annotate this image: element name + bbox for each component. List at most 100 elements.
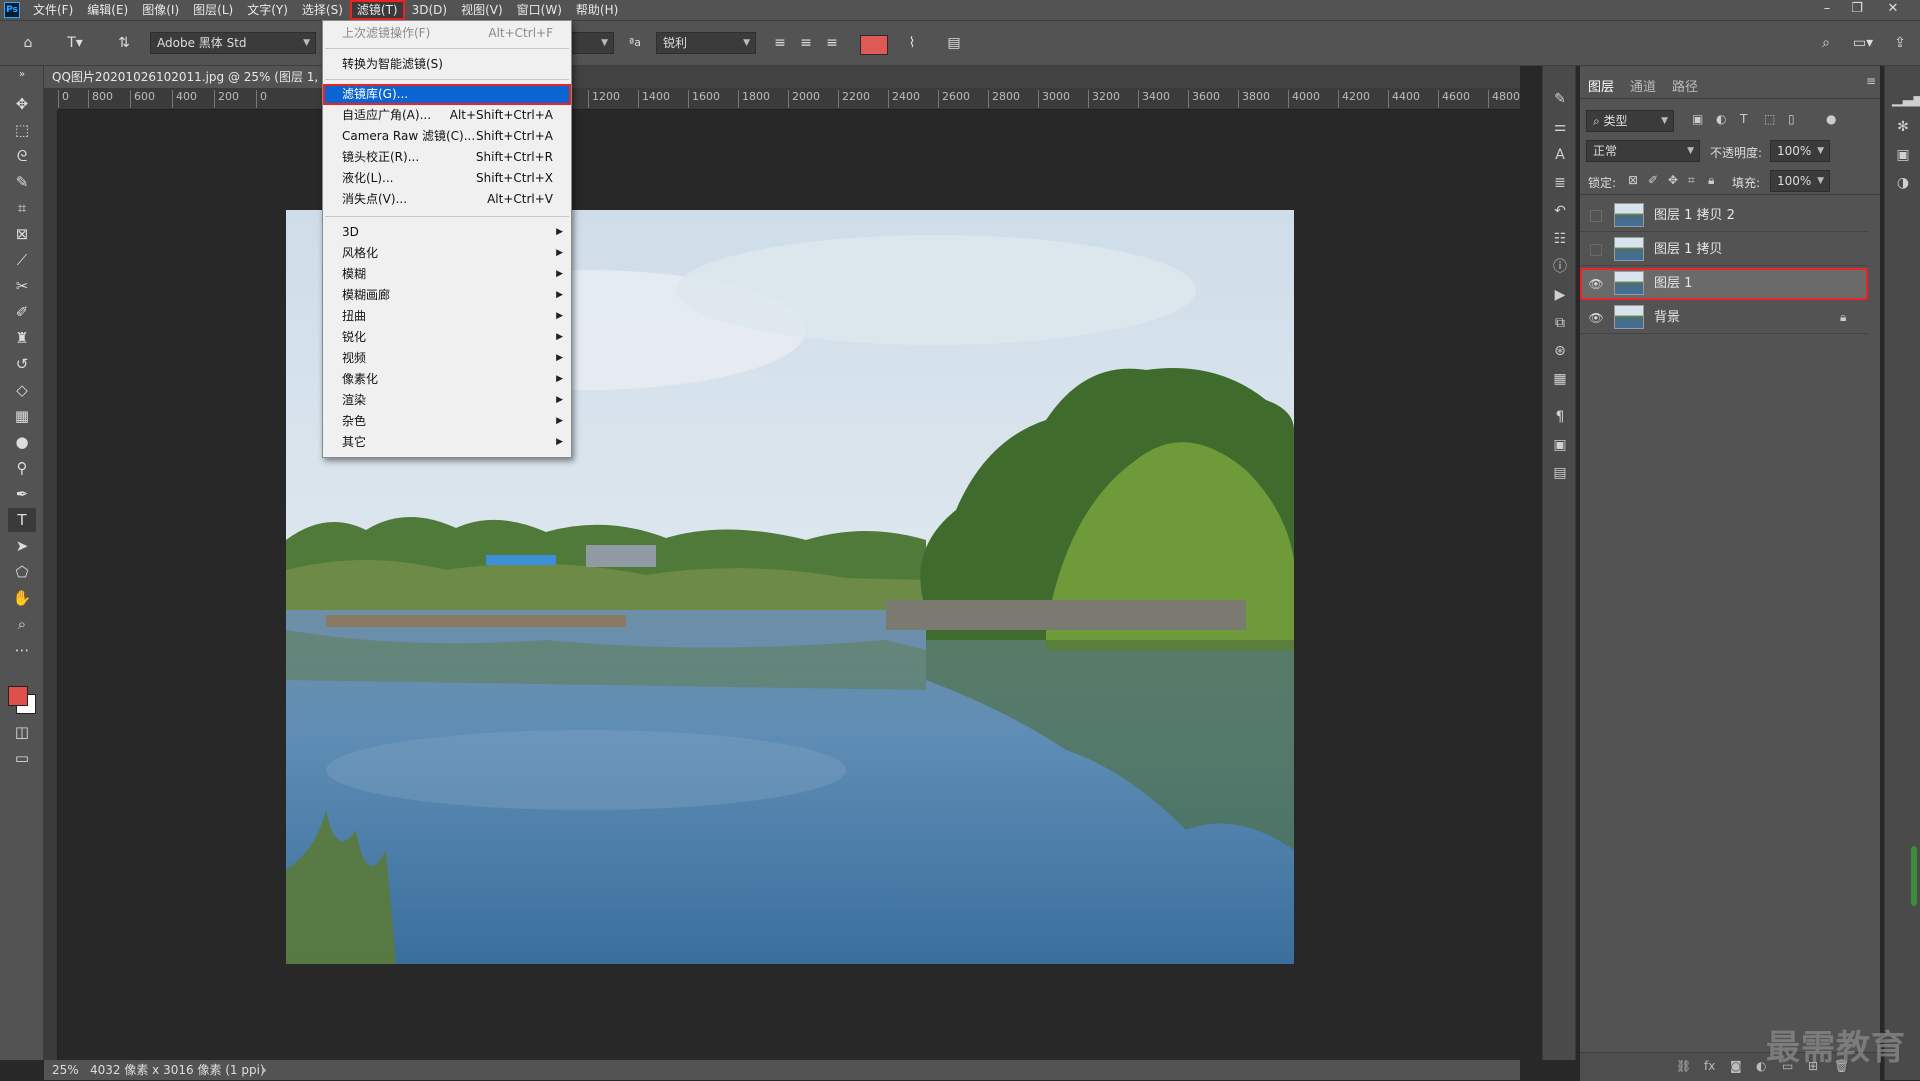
hand-tool-icon[interactable]: ✋: [8, 586, 36, 610]
tab-layers[interactable]: 图层: [1588, 76, 1614, 95]
more-tools-icon[interactable]: ⋯: [8, 638, 36, 662]
filter-shape-icon[interactable]: ⬚: [1764, 112, 1775, 126]
menu-item-filter-gallery[interactable]: 滤镜库(G)...: [323, 84, 571, 105]
add-mask-icon[interactable]: ◙: [1730, 1059, 1742, 1073]
gradient-tool-icon[interactable]: ▦: [8, 404, 36, 428]
paragraph-icon[interactable]: ¶: [1549, 406, 1571, 428]
antialias-select[interactable]: 锐利 ▼: [656, 32, 756, 54]
paragraph-styles-icon[interactable]: ≣: [1549, 172, 1571, 194]
quick-select-tool-icon[interactable]: ✎: [8, 170, 36, 194]
chevron-right-icon[interactable]: ›: [262, 1060, 267, 1080]
type-tool-preset-icon[interactable]: T▾: [58, 31, 92, 55]
shape-tool-icon[interactable]: ⬠: [8, 560, 36, 584]
filter-pixel-icon[interactable]: ▣: [1692, 112, 1703, 126]
menu-edit[interactable]: 编辑(E): [80, 0, 135, 20]
eraser-tool-icon[interactable]: ◇: [8, 378, 36, 402]
menu-help[interactable]: 帮助(H): [569, 0, 625, 20]
notes-icon[interactable]: ▤: [1549, 462, 1571, 484]
menu-file[interactable]: 文件(F): [26, 0, 80, 20]
history-icon[interactable]: ↶: [1549, 200, 1571, 222]
home-icon[interactable]: ⌂: [14, 31, 42, 55]
quick-mask-icon[interactable]: ◫: [8, 720, 36, 744]
text-color-swatch[interactable]: [860, 35, 888, 55]
menu-item-vanishing-point[interactable]: 消失点(V)... Alt+Ctrl+V: [323, 189, 571, 210]
lock-transparent-icon[interactable]: ⊠: [1628, 173, 1638, 187]
warp-text-icon[interactable]: ⌇: [900, 31, 924, 55]
menu-item-convert-smart-filter[interactable]: 转换为智能滤镜(S): [323, 54, 571, 75]
menu-window[interactable]: 窗口(W): [510, 0, 569, 20]
submenu-noise[interactable]: 杂色 ▶: [323, 411, 571, 432]
lock-all-icon[interactable]: 🔒︎: [1708, 173, 1714, 188]
navigator-icon[interactable]: ✻: [1892, 116, 1914, 138]
zoom-level[interactable]: 25%: [52, 1060, 79, 1080]
vertical-ruler[interactable]: [44, 110, 58, 1060]
lock-artboard-icon[interactable]: ⌗: [1688, 173, 1695, 188]
submenu-stylize[interactable]: 风格化 ▶: [323, 243, 571, 264]
color-icon[interactable]: ◑: [1892, 172, 1914, 194]
layer-row[interactable]: 图层 1 拷贝: [1580, 234, 1868, 266]
menu-select[interactable]: 选择(S): [295, 0, 350, 20]
layer-style-icon[interactable]: fx: [1704, 1059, 1715, 1073]
layer-name[interactable]: 图层 1 拷贝 2: [1654, 200, 1735, 232]
screen-mode-icon[interactable]: ▭: [8, 746, 36, 770]
lock-image-icon[interactable]: ✐: [1648, 173, 1658, 187]
submenu-video[interactable]: 视频 ▶: [323, 348, 571, 369]
menu-layer[interactable]: 图层(L): [186, 0, 240, 20]
search-icon[interactable]: ⌕: [1814, 31, 1838, 55]
visibility-toggle[interactable]: [1590, 244, 1602, 256]
align-right-icon[interactable]: ≡: [822, 31, 842, 55]
adjustment-layer-icon[interactable]: ◐: [1756, 1059, 1766, 1073]
link-layers-icon[interactable]: ⛓: [1676, 1059, 1691, 1073]
layer-filter-select[interactable]: ⌕ 类型 ▼: [1586, 110, 1674, 132]
crop-tool-icon[interactable]: ⌗: [8, 196, 36, 220]
layer-name[interactable]: 图层 1 拷贝: [1654, 234, 1723, 266]
layer-row[interactable]: 图层 1 拷贝 2: [1580, 200, 1868, 232]
healing-tool-icon[interactable]: ✂: [8, 274, 36, 298]
clone-source-icon[interactable]: ⧉: [1549, 312, 1571, 334]
horizontal-ruler[interactable]: 0 800 600 400 200 0 1200 1400 1600 1800 2000 2200 24…: [58, 88, 1520, 110]
zoom-tool-icon[interactable]: ⌕: [8, 612, 36, 636]
submenu-pixelate[interactable]: 像素化 ▶: [323, 369, 571, 390]
glyphs-icon[interactable]: ▣: [1549, 434, 1571, 456]
character-icon[interactable]: A: [1549, 144, 1571, 166]
submenu-other[interactable]: 其它 ▶: [323, 432, 571, 453]
marquee-tool-icon[interactable]: ⬚: [8, 118, 36, 142]
menu-type[interactable]: 文字(Y): [240, 0, 295, 20]
submenu-blur[interactable]: 模糊 ▶: [323, 264, 571, 285]
layer-row-selected[interactable]: 👁︎ 图层 1: [1580, 268, 1868, 300]
brush-settings-icon[interactable]: ✎: [1549, 88, 1571, 110]
layer-name[interactable]: 背景: [1654, 302, 1680, 334]
filter-type-icon[interactable]: T: [1740, 112, 1747, 126]
align-center-icon[interactable]: ≡: [796, 31, 816, 55]
actions-icon[interactable]: ▶: [1549, 284, 1571, 306]
menu-item-lens-correction[interactable]: 镜头校正(R)... Shift+Ctrl+R: [323, 147, 571, 168]
submenu-distort[interactable]: 扭曲 ▶: [323, 306, 571, 327]
font-family-select[interactable]: Adobe 黑体 Std ▼: [150, 32, 316, 54]
info-icon[interactable]: ⓘ: [1549, 256, 1571, 278]
submenu-blur-gallery[interactable]: 模糊画廊 ▶: [323, 285, 571, 306]
align-left-icon[interactable]: ≡: [770, 31, 790, 55]
type-tool-icon[interactable]: T: [8, 508, 36, 532]
collapse-icon[interactable]: »: [8, 68, 36, 82]
character-panel-icon[interactable]: ▤: [942, 31, 966, 55]
menu-item-camera-raw[interactable]: Camera Raw 滤镜(C)... Shift+Ctrl+A: [323, 126, 571, 147]
menu-3d[interactable]: 3D(D): [405, 0, 454, 20]
histogram-icon[interactable]: ▁▃▅: [1892, 88, 1920, 110]
submenu-sharpen[interactable]: 锐化 ▶: [323, 327, 571, 348]
history-brush-tool-icon[interactable]: ↺: [8, 352, 36, 376]
properties-icon[interactable]: ☷: [1549, 228, 1571, 250]
filter-toggle-icon[interactable]: ●: [1826, 112, 1836, 126]
scroll-indicator[interactable]: [1911, 846, 1917, 906]
filter-adjustment-icon[interactable]: ◐: [1716, 112, 1726, 126]
blur-tool-icon[interactable]: ●: [8, 430, 36, 454]
move-tool-icon[interactable]: ✥: [8, 92, 36, 116]
layer-row[interactable]: 👁︎ 背景 🔒︎: [1580, 302, 1868, 334]
menu-image[interactable]: 图像(I): [135, 0, 186, 20]
eyedropper-tool-icon[interactable]: ⟋: [8, 248, 36, 272]
text-orientation-icon[interactable]: ⇅: [112, 31, 136, 55]
visibility-toggle[interactable]: [1590, 210, 1602, 222]
menu-filter[interactable]: 滤镜(T): [349, 0, 405, 20]
submenu-render[interactable]: 渲染 ▶: [323, 390, 571, 411]
eye-icon[interactable]: 👁︎: [1588, 276, 1604, 292]
lock-position-icon[interactable]: ✥: [1668, 173, 1678, 187]
